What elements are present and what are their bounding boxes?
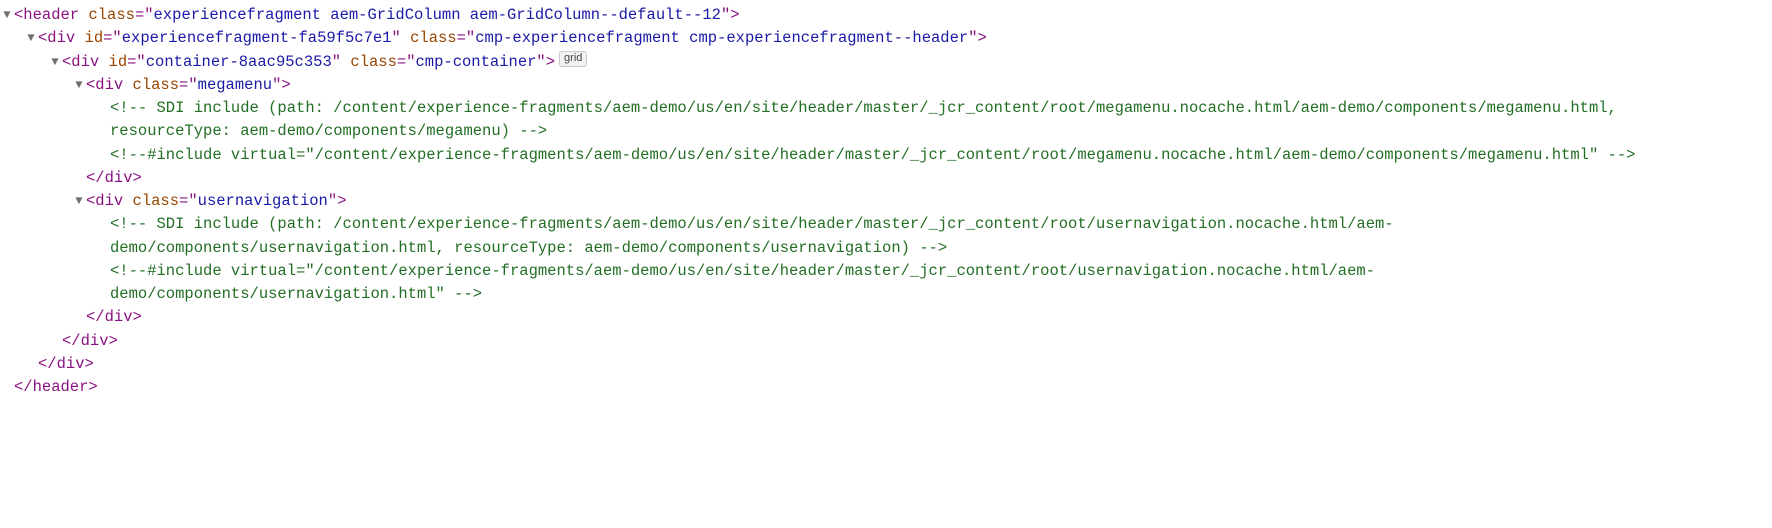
expand-toggle-open-icon[interactable]: ▼: [0, 6, 14, 24]
tag-punct: >: [337, 192, 346, 210]
code-line: </div>: [86, 167, 142, 190]
dom-row[interactable]: ▼<!--#include virtual="/content/experien…: [0, 144, 1772, 167]
dom-row[interactable]: ▼</header>: [0, 376, 1772, 399]
code-line: </div>: [62, 330, 118, 353]
dom-row[interactable]: ▼<!-- SDI include (path: /content/experi…: [0, 213, 1772, 260]
code-line: <div class="megamenu">: [86, 74, 291, 97]
attr-name: class: [133, 76, 180, 94]
tag-punct: </div>: [38, 355, 94, 373]
attr-value: container-8aac95c353: [146, 53, 332, 71]
html-comment: <!-- SDI include (path: /content/experie…: [110, 215, 1394, 256]
code-line: <header class="experiencefragment aem-Gr…: [14, 4, 740, 27]
tag-punct: <header: [14, 6, 88, 24]
tag-punct: </header>: [14, 378, 98, 396]
tag-punct: >: [281, 76, 290, 94]
code-line: <!--#include virtual="/content/experienc…: [110, 144, 1635, 167]
html-comment: <!-- SDI include (path: /content/experie…: [110, 99, 1617, 140]
dom-row[interactable]: ▼<div class="usernavigation">: [0, 190, 1772, 213]
expand-toggle-open-icon[interactable]: ▼: [72, 76, 86, 94]
attr-value: cmp-container: [416, 53, 537, 71]
code-line: </div>: [38, 353, 94, 376]
dom-row[interactable]: ▼</div>: [0, 353, 1772, 376]
tag-punct: </div>: [86, 308, 142, 326]
html-comment: <!--#include virtual="/content/experienc…: [110, 146, 1635, 164]
code-line: <div id="experiencefragment-fa59f5c7e1" …: [38, 27, 987, 50]
tag-punct: <div: [86, 76, 133, 94]
code-line: <div class="usernavigation">: [86, 190, 347, 213]
attr-punct: =": [179, 192, 198, 210]
attr-punct: ": [391, 29, 410, 47]
attr-punct: ": [968, 29, 977, 47]
dom-row[interactable]: ▼</div>: [0, 306, 1772, 329]
expand-toggle-open-icon[interactable]: ▼: [48, 53, 62, 71]
attr-name: class: [350, 53, 397, 71]
attr-value: experiencefragment aem-GridColumn aem-Gr…: [154, 6, 721, 24]
dom-tree: ▼<header class="experiencefragment aem-G…: [0, 4, 1772, 399]
attr-punct: =": [457, 29, 476, 47]
code-line: <div id="container-8aac95c353" class="cm…: [62, 51, 555, 74]
tag-punct: <div: [62, 53, 109, 71]
code-line: </header>: [14, 376, 98, 399]
tag-punct: </div>: [86, 169, 142, 187]
dom-row[interactable]: ▼</div>: [0, 167, 1772, 190]
tag-punct: >: [978, 29, 987, 47]
attr-name: id: [109, 53, 128, 71]
attr-punct: =": [397, 53, 416, 71]
attr-punct: ": [536, 53, 545, 71]
code-line: <!-- SDI include (path: /content/experie…: [110, 213, 1680, 260]
attr-punct: ": [721, 6, 730, 24]
html-comment: <!--#include virtual="/content/experienc…: [110, 262, 1375, 303]
dom-row[interactable]: ▼<div id="experiencefragment-fa59f5c7e1"…: [0, 27, 1772, 50]
attr-punct: ": [332, 53, 351, 71]
attr-name: class: [88, 6, 135, 24]
tag-punct: >: [730, 6, 739, 24]
dom-row[interactable]: ▼<!-- SDI include (path: /content/experi…: [0, 97, 1772, 144]
tag-punct: <div: [38, 29, 85, 47]
attr-value: usernavigation: [198, 192, 328, 210]
code-line: <!-- SDI include (path: /content/experie…: [110, 97, 1680, 144]
attr-punct: ": [328, 192, 337, 210]
tag-punct: <div: [86, 192, 133, 210]
expand-toggle-open-icon[interactable]: ▼: [72, 192, 86, 210]
attr-name: class: [410, 29, 457, 47]
attr-punct: =": [179, 76, 198, 94]
attr-value: experiencefragment-fa59f5c7e1: [122, 29, 392, 47]
attr-name: class: [133, 192, 180, 210]
code-line: </div>: [86, 306, 142, 329]
attr-name: id: [85, 29, 104, 47]
attr-punct: =": [127, 53, 146, 71]
attr-punct: =": [135, 6, 154, 24]
code-line: <!--#include virtual="/content/experienc…: [110, 260, 1680, 307]
dom-row[interactable]: ▼<!--#include virtual="/content/experien…: [0, 260, 1772, 307]
attr-value: megamenu: [198, 76, 272, 94]
dom-row[interactable]: ▼</div>: [0, 330, 1772, 353]
expand-toggle-open-icon[interactable]: ▼: [24, 29, 38, 47]
tag-punct: >: [546, 53, 555, 71]
dom-row[interactable]: ▼<div id="container-8aac95c353" class="c…: [0, 51, 1772, 74]
tag-punct: </div>: [62, 332, 118, 350]
dom-row[interactable]: ▼<div class="megamenu">: [0, 74, 1772, 97]
attr-value: cmp-experiencefragment cmp-experiencefra…: [475, 29, 968, 47]
attr-punct: ": [272, 76, 281, 94]
grid-badge[interactable]: grid: [559, 51, 587, 67]
dom-row[interactable]: ▼<header class="experiencefragment aem-G…: [0, 4, 1772, 27]
attr-punct: =": [103, 29, 122, 47]
